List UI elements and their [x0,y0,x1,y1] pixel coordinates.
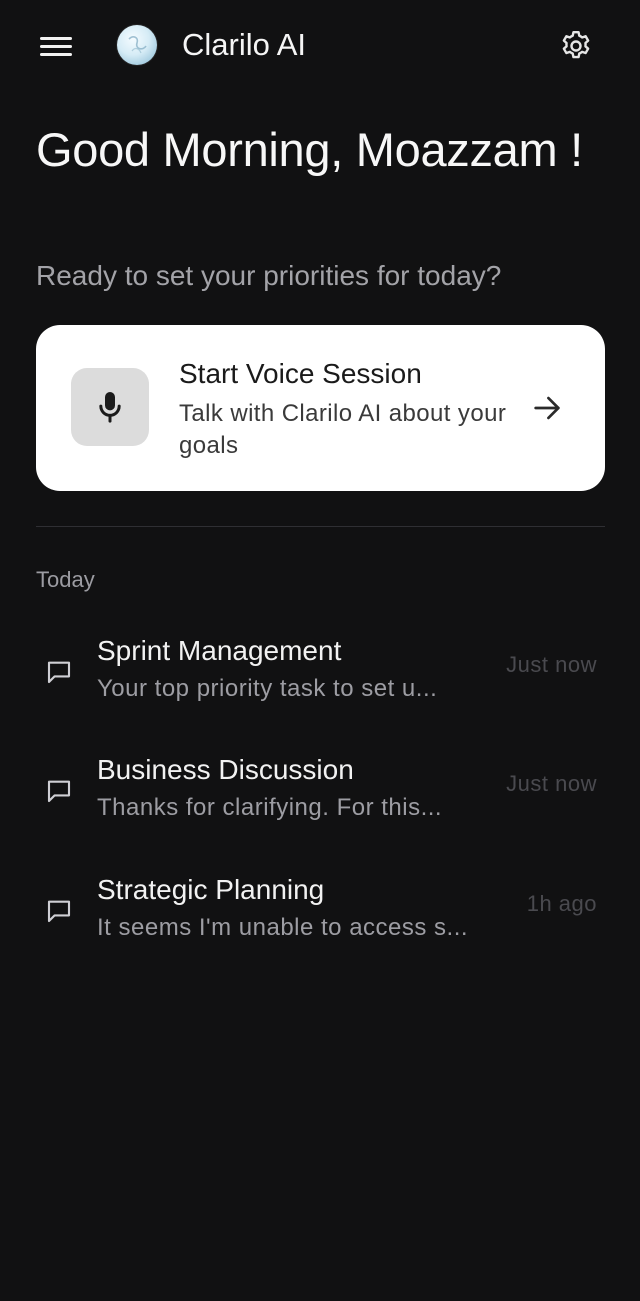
microphone-icon [71,368,149,446]
conversation-item-sprint-management[interactable]: Sprint Management Your top priority task… [0,631,640,731]
conversation-preview: Thanks for clarifying. For this... [97,794,443,821]
conversation-title: Business Discussion [97,754,354,785]
start-voice-session-card[interactable]: Start Voice Session Talk with Clarilo AI… [36,325,605,491]
voice-session-title: Start Voice Session [179,358,422,389]
chat-bubble-icon [44,896,74,926]
voice-session-description: Talk with Clarilo AI about your goals [179,400,507,459]
divider [36,526,605,527]
conversation-preview: Your top priority task to set u... [97,675,438,702]
gear-icon[interactable] [558,28,594,64]
conversation-timestamp: Just now [506,652,597,677]
app-header: Clarilo AI [0,0,640,92]
conversation-title: Sprint Management [97,635,342,666]
arrow-right-icon[interactable] [530,391,564,425]
section-label-today: Today [36,567,95,592]
greeting-subtitle: Ready to set your priorities for today? [36,260,502,291]
chat-bubble-icon [44,657,74,687]
conversation-item-business-discussion[interactable]: Business Discussion Thanks for clarifyin… [0,750,640,850]
hamburger-menu-icon[interactable] [38,30,76,62]
chat-bubble-icon [44,776,74,806]
greeting-title: Good Morning, Moazzam ! [36,123,583,176]
app-title: Clarilo AI [182,27,307,62]
conversation-title: Strategic Planning [97,874,325,905]
conversation-item-strategic-planning[interactable]: Strategic Planning It seems I'm unable t… [0,870,640,970]
conversation-timestamp: 1h ago [526,891,597,916]
conversation-timestamp: Just now [506,771,597,796]
conversation-preview: It seems I'm unable to access s... [97,914,469,941]
clarilo-logo-icon [117,25,157,65]
